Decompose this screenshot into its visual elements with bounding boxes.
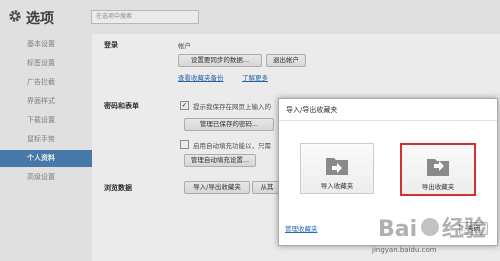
svg-text:经验: 经验 bbox=[442, 216, 486, 242]
import-favorites-label: 导入收藏夹 bbox=[320, 182, 354, 190]
import-folder-icon bbox=[326, 158, 348, 175]
watermark: Bai 经验 jingyan.baidu.com bbox=[372, 212, 496, 258]
export-favorites-label: 导出收藏夹 bbox=[421, 183, 455, 191]
export-favorites-button[interactable]: 导出收藏夹 bbox=[400, 143, 476, 196]
manage-favorites-link[interactable]: 管理收藏夹 bbox=[285, 223, 318, 233]
import-favorites-button[interactable]: 导入收藏夹 bbox=[300, 143, 374, 194]
baidu-logo-icon: Bai 经验 bbox=[378, 216, 486, 242]
svg-text:Bai: Bai bbox=[378, 217, 417, 242]
export-folder-icon bbox=[427, 159, 449, 176]
watermark-url: jingyan.baidu.com bbox=[372, 246, 437, 254]
dialog-title: 导入/导出收藏夹 bbox=[279, 99, 497, 121]
